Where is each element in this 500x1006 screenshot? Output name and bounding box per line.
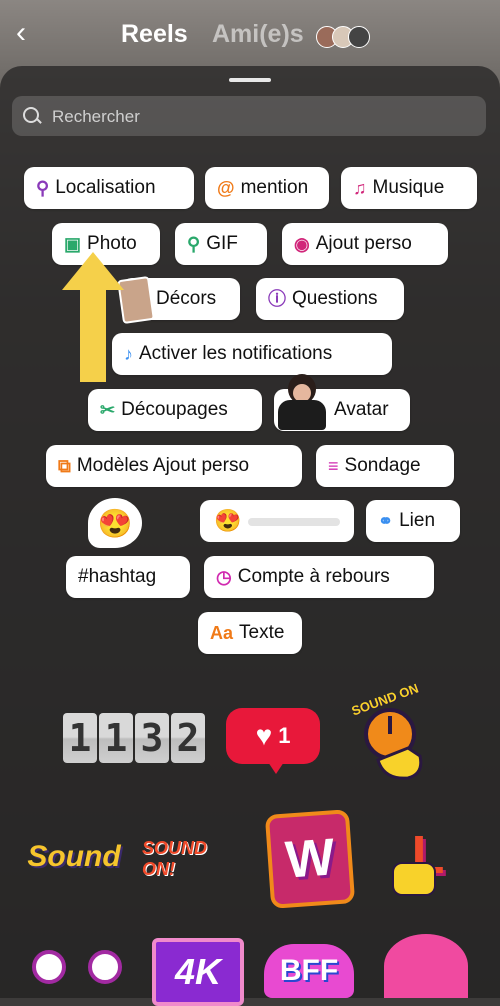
chip-label: Compte à rebours — [237, 566, 390, 587]
text-aa-icon: Aa — [210, 623, 234, 643]
chip-label: Musique — [372, 177, 445, 198]
chip-label: Décors — [156, 288, 217, 309]
sheet-handle[interactable] — [229, 78, 271, 82]
chip-label: Sondage — [344, 455, 421, 476]
chip-label: Lien — [399, 510, 436, 531]
chip-label: #hashtag — [78, 566, 157, 587]
search-input[interactable] — [50, 104, 474, 130]
counter-digit: 1 — [63, 713, 97, 763]
chip-label: Découpages — [121, 399, 228, 420]
avatar-figure — [276, 372, 328, 432]
chip-label: GIF — [206, 233, 238, 254]
add-yours-sticker-button[interactable]: ◉ Ajout perso — [282, 223, 448, 265]
mention-sticker-button[interactable]: @ mention — [205, 167, 329, 209]
sticker-text: W — [283, 828, 337, 890]
sticker-text: Sound — [27, 840, 121, 873]
pink-character-sticker[interactable] — [384, 934, 468, 998]
top-bar: ‹ Reels Ami(e)s — [0, 0, 500, 70]
chip-label: Localisation — [55, 177, 156, 198]
counter-digit: 3 — [135, 713, 169, 763]
poll-icon: ≡ — [328, 456, 339, 476]
text-sticker-button[interactable]: Aa Texte — [198, 612, 302, 654]
emoji-slider-sticker[interactable]: 😍 — [200, 500, 354, 542]
chip-label: Avatar — [334, 399, 389, 420]
emoji-reaction-sticker[interactable]: 😍 — [88, 498, 142, 548]
sound-on-banner-sticker[interactable]: SOUND ON! — [142, 834, 242, 884]
link-icon: ⚭ — [378, 511, 394, 531]
image-icon: ▣ — [64, 234, 82, 254]
chip-label: Texte — [239, 622, 285, 643]
tab-friends[interactable]: Ami(e)s — [212, 20, 304, 49]
slider-track — [248, 518, 340, 526]
friend-avatars — [316, 26, 370, 48]
at-icon: @ — [217, 178, 235, 198]
cutouts-sticker-button[interactable]: ✂ Découpages — [88, 389, 262, 431]
w-letter-sticker[interactable]: W — [264, 809, 356, 909]
music-sticker-button[interactable]: ♫ Musique — [341, 167, 477, 209]
camera-icon: ◉ — [294, 234, 310, 254]
poll-sticker-button[interactable]: ≡ Sondage — [316, 445, 454, 487]
hand-icon — [392, 862, 436, 896]
eyes-sticker[interactable] — [28, 940, 124, 998]
chip-label: Questions — [292, 288, 378, 309]
counter-sticker[interactable]: 1 1 3 2 — [63, 713, 205, 763]
l-hand-sticker[interactable]: L — [386, 812, 470, 898]
chip-label: Ajout perso — [315, 233, 412, 254]
music-note-icon: ♫ — [353, 178, 367, 198]
like-count: 1 — [278, 723, 291, 748]
chip-label: mention — [240, 177, 309, 198]
chip-label: Modèles Ajout perso — [76, 455, 250, 476]
location-pin-icon: ⚲ — [36, 178, 50, 198]
sticker-text: 4K — [174, 951, 222, 992]
eye-icon — [88, 950, 122, 984]
search-bar[interactable] — [12, 96, 486, 136]
questions-sticker-button[interactable]: ⓘ Questions — [256, 278, 404, 320]
like-count-sticker[interactable]: ♥ 1 — [226, 708, 320, 774]
eye-icon — [32, 950, 66, 984]
sound-sticker[interactable]: Sound — [24, 824, 124, 890]
bff-sticker[interactable]: BFF — [264, 944, 354, 998]
template-icon: ⧉ — [58, 456, 71, 476]
location-sticker-button[interactable]: ⚲ Localisation — [24, 167, 194, 209]
chip-label: Activer les notifications — [139, 343, 333, 364]
gif-sticker-button[interactable]: ⚲ GIF — [175, 223, 267, 265]
scissors-icon: ✂ — [100, 400, 116, 420]
heart-icon: ♥ — [255, 720, 273, 751]
link-sticker-button[interactable]: ⚭ Lien — [366, 500, 460, 542]
add-yours-templates-button[interactable]: ⧉ Modèles Ajout perso — [46, 445, 302, 487]
counter-digit: 1 — [99, 713, 133, 763]
search-icon: ⚲ — [187, 234, 201, 254]
tab-reels[interactable]: Reels — [121, 20, 188, 49]
chevron-left-icon[interactable]: ‹ — [16, 18, 26, 48]
timer-icon: ◷ — [216, 567, 232, 587]
question-icon: ⓘ — [268, 289, 286, 309]
bell-icon: ♪ — [124, 344, 133, 364]
hashtag-sticker-button[interactable]: #hashtag — [66, 556, 190, 598]
counter-digit: 2 — [171, 713, 205, 763]
4k-sticker[interactable]: 4K — [152, 938, 244, 1006]
pointer-arrow-icon — [62, 252, 124, 382]
sticker-text: SOUND ON! — [142, 838, 208, 879]
sticker-text: BFF — [279, 954, 339, 987]
sound-on-knob-sticker[interactable]: SOUND ON — [348, 680, 434, 786]
notifications-sticker-button[interactable]: ♪ Activer les notifications — [112, 333, 392, 375]
search-icon — [23, 107, 39, 123]
countdown-sticker-button[interactable]: ◷ Compte à rebours — [204, 556, 434, 598]
avatar — [348, 26, 370, 48]
heart-eyes-emoji-icon: 😍 — [214, 508, 242, 533]
